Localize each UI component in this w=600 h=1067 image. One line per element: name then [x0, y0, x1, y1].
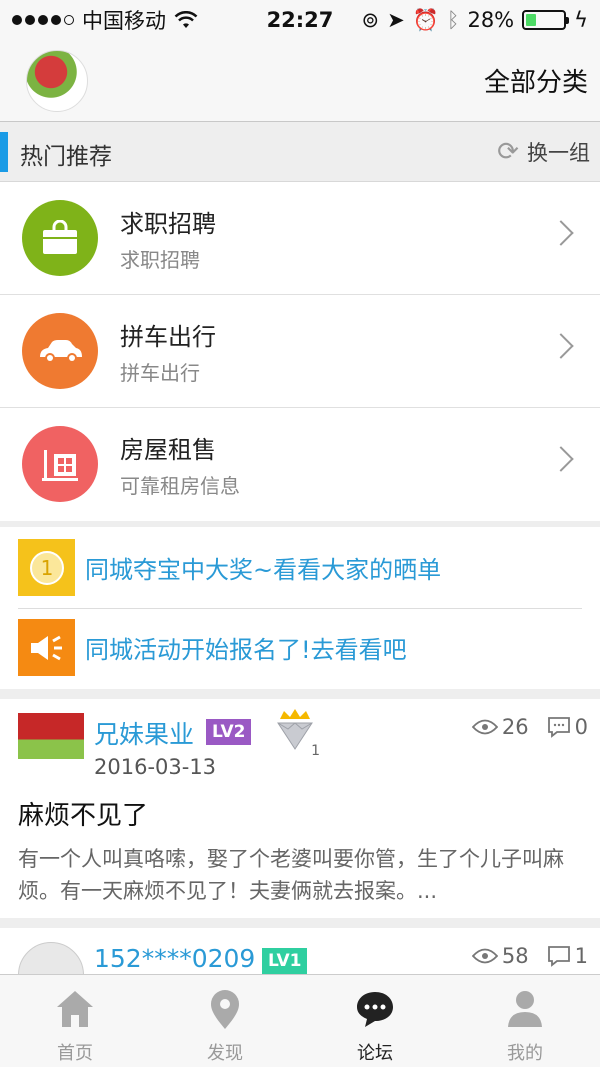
tab-label: 首页	[57, 1043, 93, 1064]
all-categories-link[interactable]: 全部分类	[484, 62, 588, 99]
chevron-right-icon	[548, 333, 574, 359]
chevron-right-icon	[548, 220, 574, 246]
home-icon	[57, 991, 93, 1027]
bag-icon	[22, 200, 98, 276]
refresh-button[interactable]: ⟳ 换一组	[495, 137, 590, 167]
status-bar: 中国移动 22:27 ⊚ ➤ ⏰ ᛒ 28% ϟ	[0, 0, 600, 40]
tab-label: 发现	[207, 1043, 243, 1064]
alarm-icon: ⏰	[412, 7, 439, 32]
comment-count: 1	[547, 944, 588, 968]
eye-icon	[471, 948, 498, 964]
comment-icon	[547, 946, 570, 967]
tab-label: 我的	[507, 1043, 543, 1064]
promo-text: 同城夺宝中大奖~看看大家的晒单	[85, 556, 442, 584]
post-card[interactable]: 兄妹果业 LV2 1 2016-03-13 26 0 麻烦不见了 有一个人叫真咯…	[0, 699, 600, 918]
discover-icon	[211, 990, 239, 1029]
charging-icon: ϟ	[574, 8, 588, 32]
view-count: 58	[471, 944, 529, 968]
post-date: 2016-03-13	[94, 755, 217, 779]
rotation-lock-icon: ⊚	[361, 8, 380, 32]
car-icon	[22, 313, 98, 389]
coin-icon: 1	[18, 539, 75, 596]
app-logo[interactable]	[26, 50, 88, 112]
tab-bar: 首页 发现 论坛 我的	[0, 974, 600, 1067]
battery-icon	[522, 10, 570, 30]
forum-icon	[357, 992, 393, 1027]
eye-icon	[471, 719, 498, 735]
category-list: 求职招聘 求职招聘 拼车出行 拼车出行 房屋租售 可靠租房信息	[0, 182, 600, 521]
divider	[18, 608, 582, 609]
refresh-label: 换一组	[527, 141, 590, 165]
refresh-icon: ⟳	[497, 137, 519, 167]
post-excerpt: 有一个人叫真咯嗦，娶了个老婆叫要你管，生了个儿子叫麻烦。有一天麻烦不见了！夫妻俩…	[18, 847, 564, 903]
level-badge: LV1	[262, 948, 308, 974]
category-subtitle: 可靠租房信息	[120, 474, 240, 498]
promo-treasure[interactable]: 1 同城夺宝中大奖~看看大家的晒单	[18, 539, 582, 596]
tab-forum[interactable]: 论坛	[300, 975, 450, 1067]
post-stats: 26 0	[471, 715, 588, 739]
post-title[interactable]: 麻烦不见了	[18, 795, 148, 832]
post-author[interactable]: 兄妹果业	[94, 715, 194, 751]
promo-text: 同城活动开始报名了!去看看吧	[85, 636, 407, 664]
medal-count: 1	[311, 743, 320, 759]
megaphone-icon	[18, 619, 75, 676]
avatar[interactable]	[18, 942, 84, 974]
category-title: 拼车出行	[120, 323, 216, 351]
tab-discover[interactable]: 发现	[150, 975, 300, 1067]
tab-label: 论坛	[357, 1043, 393, 1064]
profile-icon	[508, 991, 542, 1027]
avatar[interactable]	[18, 713, 84, 779]
post-author[interactable]: 152****0209	[94, 944, 255, 973]
category-item-carpool[interactable]: 拼车出行 拼车出行	[0, 295, 600, 408]
level-badge: LV2	[206, 719, 252, 745]
section-title: 热门推荐	[20, 144, 112, 170]
tab-profile[interactable]: 我的	[450, 975, 600, 1067]
battery-percent: 28%	[467, 8, 515, 32]
view-count: 26	[471, 715, 529, 739]
signal-icon	[12, 15, 74, 25]
carrier-label: 中国移动	[82, 9, 166, 33]
bluetooth-icon: ᛒ	[446, 8, 460, 32]
crown-diamond-icon: 1	[270, 709, 320, 759]
location-icon: ➤	[387, 8, 405, 32]
house-icon	[22, 426, 98, 502]
category-title: 房屋租售	[120, 436, 216, 464]
wifi-icon	[174, 11, 198, 28]
svg-text:1: 1	[40, 556, 53, 580]
category-title: 求职招聘	[120, 210, 216, 238]
category-subtitle: 拼车出行	[120, 361, 200, 385]
category-subtitle: 求职招聘	[120, 248, 200, 272]
hot-section-header: 热门推荐 ⟳ 换一组	[0, 122, 600, 182]
category-item-housing[interactable]: 房屋租售 可靠租房信息	[0, 408, 600, 521]
comment-count: 0	[547, 715, 588, 739]
post-stats: 58 1	[471, 944, 588, 968]
promo-activity[interactable]: 同城活动开始报名了!去看看吧	[18, 619, 582, 676]
tab-home[interactable]: 首页	[0, 975, 150, 1067]
comment-icon	[547, 717, 570, 738]
chevron-right-icon	[548, 446, 574, 472]
nav-bar: 全部分类	[0, 40, 600, 122]
category-item-jobs[interactable]: 求职招聘 求职招聘	[0, 182, 600, 295]
post-card[interactable]: 152****0209 LV1 58 1	[0, 928, 600, 974]
promo-section: 1 同城夺宝中大奖~看看大家的晒单 同城活动开始报名了!去看看吧	[0, 527, 600, 689]
section-accent-bar	[0, 132, 8, 172]
